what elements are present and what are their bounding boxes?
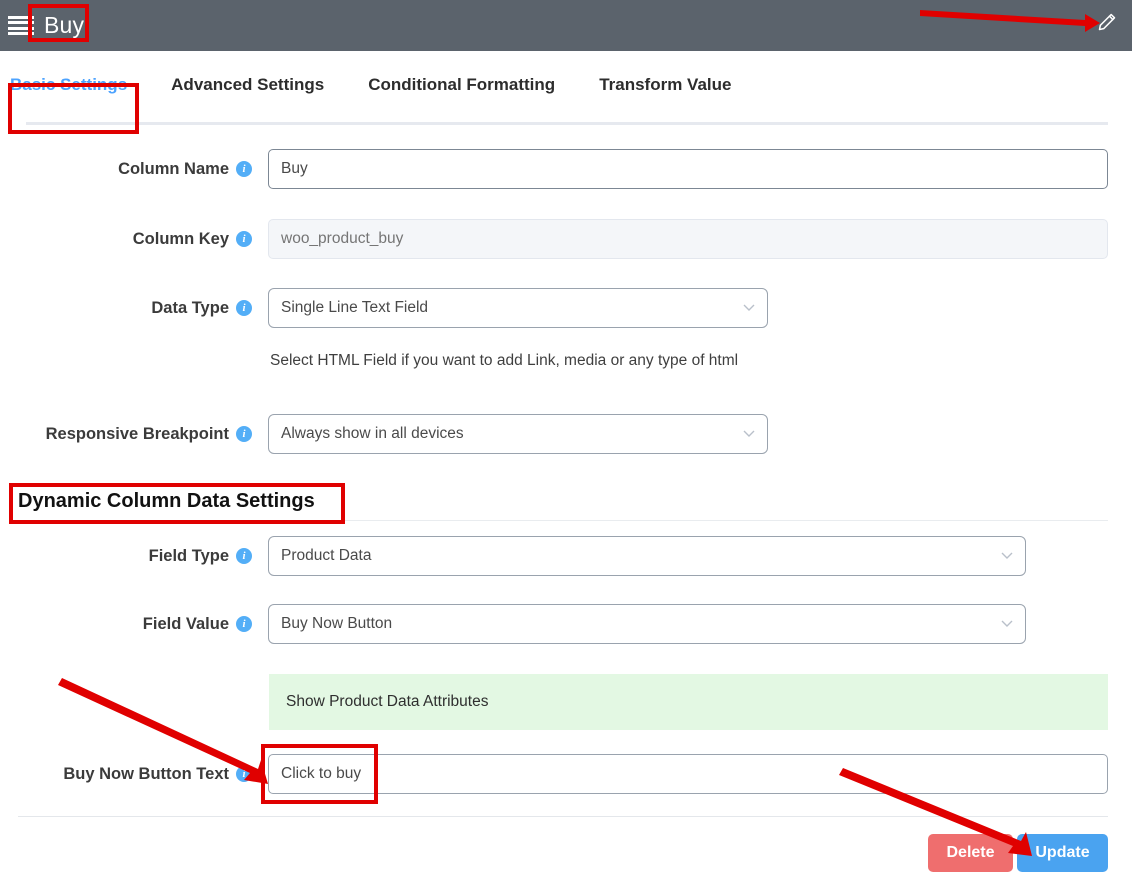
dynamic-column-data-settings-title: Dynamic Column Data Settings	[18, 490, 315, 512]
field-type-selected-value: Product Data	[281, 547, 372, 564]
responsive-breakpoint-selected-value: Always show in all devices	[281, 425, 464, 442]
hamburger-menu-icon[interactable]	[8, 15, 34, 36]
data-type-selected-value: Single Line Text Field	[281, 299, 429, 316]
settings-tabs: Basic Settings Advanced Settings Conditi…	[0, 51, 1132, 123]
column-name-label-text: Column Name	[118, 159, 229, 178]
product-data-attributes-notice-text: Show Product Data Attributes	[286, 693, 489, 710]
responsive-breakpoint-label-text: Responsive Breakpoint	[45, 424, 229, 443]
row-column-key: Column Key i	[0, 219, 1108, 259]
tab-transform-value[interactable]: Transform Value	[599, 75, 731, 105]
field-type-label: Field Type i	[0, 536, 252, 576]
row-field-type: Field Type i Product Data	[0, 536, 1026, 576]
buy-now-button-text-label-text: Buy Now Button Text	[63, 764, 229, 783]
column-key-input	[268, 219, 1108, 259]
product-data-attributes-notice[interactable]: Show Product Data Attributes	[269, 674, 1108, 730]
pencil-icon[interactable]	[1094, 9, 1120, 35]
row-buy-now-button-text: Buy Now Button Text i	[0, 754, 1108, 794]
info-icon[interactable]: i	[236, 300, 252, 316]
column-key-label: Column Key i	[0, 219, 252, 259]
page-title: Buy	[44, 12, 85, 38]
data-type-hint: Select HTML Field if you want to add Lin…	[270, 352, 739, 369]
row-responsive-breakpoint: Responsive Breakpoint i Always show in a…	[0, 414, 768, 454]
info-icon[interactable]: i	[236, 616, 252, 632]
info-icon[interactable]: i	[236, 426, 252, 442]
section-divider	[18, 520, 1108, 521]
delete-button[interactable]: Delete	[928, 834, 1013, 872]
data-type-label-text: Data Type	[151, 298, 229, 317]
app-header: Buy	[0, 0, 1132, 51]
row-field-value: Field Value i Buy Now Button	[0, 604, 1026, 644]
field-value-label-text: Field Value	[142, 614, 229, 633]
buy-now-button-text-input[interactable]	[268, 754, 1108, 794]
buy-now-button-text-label: Buy Now Button Text i	[0, 754, 252, 794]
column-key-label-text: Column Key	[132, 229, 229, 248]
responsive-breakpoint-label: Responsive Breakpoint i	[0, 414, 252, 454]
field-type-select[interactable]: Product Data	[268, 536, 1026, 576]
column-name-label: Column Name i	[0, 149, 252, 189]
data-type-select[interactable]: Single Line Text Field	[268, 288, 768, 328]
tab-conditional-formatting[interactable]: Conditional Formatting	[368, 75, 555, 105]
data-type-label: Data Type i	[0, 288, 252, 328]
column-name-input[interactable]	[268, 149, 1108, 189]
tabs-divider	[26, 122, 1108, 125]
field-value-select[interactable]: Buy Now Button	[268, 604, 1026, 644]
field-value-selected-value: Buy Now Button	[281, 615, 393, 632]
field-type-label-text: Field Type	[148, 546, 229, 565]
chevron-down-icon	[1001, 620, 1013, 627]
footer-divider	[18, 816, 1108, 817]
chevron-down-icon	[743, 430, 755, 437]
info-icon[interactable]: i	[236, 161, 252, 177]
chevron-down-icon	[1001, 552, 1013, 559]
chevron-down-icon	[743, 304, 755, 311]
info-icon[interactable]: i	[236, 766, 252, 782]
update-button[interactable]: Update	[1017, 834, 1108, 872]
tab-advanced-settings[interactable]: Advanced Settings	[171, 75, 324, 105]
responsive-breakpoint-select[interactable]: Always show in all devices	[268, 414, 768, 454]
field-value-label: Field Value i	[0, 604, 252, 644]
tab-basic-settings[interactable]: Basic Settings	[10, 75, 127, 105]
info-icon[interactable]: i	[236, 231, 252, 247]
row-column-name: Column Name i	[0, 149, 1108, 189]
row-data-type: Data Type i Single Line Text Field	[0, 288, 768, 328]
info-icon[interactable]: i	[236, 548, 252, 564]
